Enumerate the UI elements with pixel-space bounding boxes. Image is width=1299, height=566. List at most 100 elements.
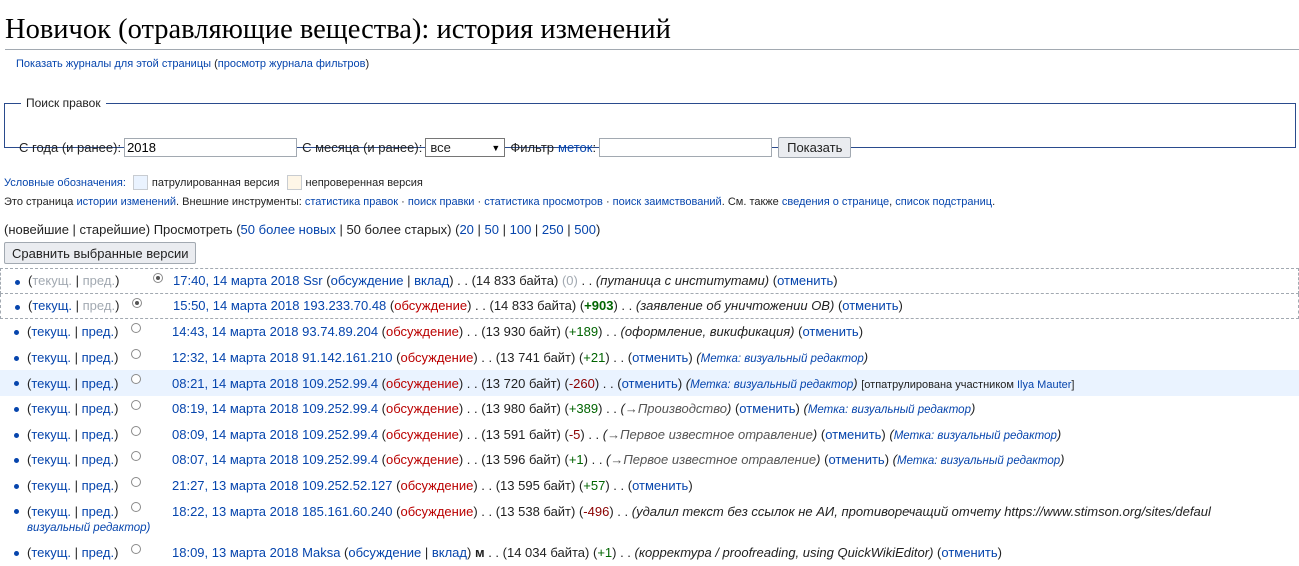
revision-date-link[interactable]: 21:27, 13 марта 2018 <box>172 478 299 493</box>
undo-link[interactable]: отменить <box>632 350 688 365</box>
tool-pageviews-link[interactable]: статистика просмотров <box>484 196 603 208</box>
legend-label[interactable]: Условные обозначения: <box>4 177 126 189</box>
revision-date-link[interactable]: 18:09, 13 марта 2018 <box>172 545 299 560</box>
logs-link[interactable]: Показать журналы для этой страницы <box>16 58 211 70</box>
tag-filter-input[interactable] <box>599 138 773 157</box>
talk-link[interactable]: обсуждение <box>331 273 404 288</box>
revision-date-link[interactable]: 18:22, 13 марта 2018 <box>172 504 299 519</box>
tool-search-edit-link[interactable]: поиск правки <box>408 196 475 208</box>
cur-link[interactable]: текущ. <box>31 350 71 365</box>
user-link[interactable]: Ssr <box>303 273 323 288</box>
prev-link[interactable]: пред. <box>82 427 114 442</box>
user-link[interactable]: 109.252.99.4 <box>302 427 378 442</box>
prev-link[interactable]: пред. <box>82 478 114 493</box>
cur-link[interactable]: текущ. <box>31 478 71 493</box>
tool-edit-stats-link[interactable]: статистика правок <box>305 196 398 208</box>
talk-link[interactable]: обсуждение <box>400 350 473 365</box>
oldid-radio[interactable] <box>131 476 141 487</box>
revision-date-link[interactable]: 08:19, 14 марта 2018 <box>172 401 299 416</box>
oldid-radio[interactable] <box>131 374 141 385</box>
tool-copyvio-link[interactable]: поиск заимствований <box>613 196 722 208</box>
cur-link[interactable]: текущ. <box>31 504 71 519</box>
talk-link[interactable]: обсуждение <box>348 545 421 560</box>
tags-link[interactable]: меток <box>558 140 592 155</box>
prev-link[interactable]: пред. <box>82 545 114 560</box>
year-input[interactable] <box>124 138 298 157</box>
section-link[interactable]: →Первое известное отравление <box>607 427 813 442</box>
talk-link[interactable]: обсуждение <box>400 478 473 493</box>
user-link[interactable]: 185.161.60.240 <box>302 504 392 519</box>
user-link[interactable]: 109.252.99.4 <box>302 376 378 391</box>
oldid-radio[interactable] <box>132 297 142 308</box>
oldid-radio[interactable] <box>131 348 141 359</box>
user-link[interactable]: 93.74.89.204 <box>302 324 378 339</box>
oldid-radio[interactable] <box>131 425 141 436</box>
contribs-link[interactable]: вклад <box>414 273 449 288</box>
filter-log-link[interactable]: просмотр журнала фильтров <box>218 58 366 70</box>
cur-link[interactable]: текущ. <box>32 298 72 313</box>
oldid-radio[interactable] <box>131 502 141 513</box>
talk-link[interactable]: обсуждение <box>400 504 473 519</box>
revision-date-link[interactable]: 12:32, 14 марта 2018 <box>172 350 299 365</box>
undo-link[interactable]: отменить <box>777 273 833 288</box>
oldid-radio[interactable] <box>131 544 141 554</box>
undo-link[interactable]: отменить <box>941 545 997 560</box>
cur-link[interactable]: текущ. <box>31 324 71 339</box>
tag-link[interactable]: Метка: визуальный редактор <box>894 430 1057 442</box>
tag-link[interactable]: Метка: визуальный редактор <box>690 379 853 391</box>
user-link[interactable]: 109.252.99.4 <box>302 452 378 467</box>
user-link[interactable]: Maksa <box>302 545 340 560</box>
talk-link[interactable]: обсуждение <box>386 324 459 339</box>
section-link[interactable]: →Первое известное отравление <box>610 452 816 467</box>
tag-link[interactable]: Метка: визуальный редактор <box>897 455 1060 467</box>
revision-date-link[interactable]: 08:07, 14 марта 2018 <box>172 452 299 467</box>
cur-link[interactable]: текущ. <box>31 545 71 560</box>
show-button[interactable]: Показать <box>778 137 852 158</box>
talk-link[interactable]: обсуждение <box>386 401 459 416</box>
oldid-radio[interactable] <box>131 451 141 462</box>
prev-link[interactable]: пред. <box>82 324 114 339</box>
cur-link[interactable]: текущ. <box>31 452 71 467</box>
revision-date-link[interactable]: 08:21, 14 марта 2018 <box>172 376 299 391</box>
undo-link[interactable]: отменить <box>622 376 678 391</box>
undo-link[interactable]: отменить <box>842 298 898 313</box>
undo-link[interactable]: отменить <box>828 452 884 467</box>
newer-link[interactable]: 50 более новых <box>241 222 336 237</box>
limit-100-link[interactable]: 100 <box>510 222 532 237</box>
cur-link[interactable]: текущ. <box>31 376 71 391</box>
prev-link[interactable]: пред. <box>82 350 114 365</box>
prev-link[interactable]: пред. <box>82 504 114 519</box>
limit-500-link[interactable]: 500 <box>574 222 596 237</box>
month-select[interactable]: все ▼ <box>425 138 506 157</box>
limit-250-link[interactable]: 250 <box>542 222 564 237</box>
talk-link[interactable]: обсуждение <box>386 427 459 442</box>
revision-date-link[interactable]: 15:50, 14 марта 2018 <box>173 298 300 313</box>
section-link[interactable]: →Производство <box>625 401 727 416</box>
cur-link[interactable]: текущ. <box>31 427 71 442</box>
tag-link[interactable]: Метка: визуальный редактор <box>701 353 864 365</box>
revision-date-link[interactable]: 08:09, 14 марта 2018 <box>172 427 299 442</box>
subpages-link[interactable]: список подстраниц <box>895 196 992 208</box>
diff-radio[interactable] <box>153 273 163 283</box>
contribs-link[interactable]: вклад <box>432 545 467 560</box>
oldid-radio[interactable] <box>131 399 141 410</box>
user-link[interactable]: 109.252.99.4 <box>302 401 378 416</box>
revision-date-link[interactable]: 17:40, 14 марта 2018 <box>173 273 300 288</box>
user-link[interactable]: 193.233.70.48 <box>303 298 386 313</box>
undo-link[interactable]: отменить <box>739 401 795 416</box>
prev-link[interactable]: пред. <box>82 452 114 467</box>
limit-20-link[interactable]: 20 <box>459 222 473 237</box>
prev-link[interactable]: пред. <box>82 376 114 391</box>
limit-50-link[interactable]: 50 <box>485 222 499 237</box>
undo-link[interactable]: отменить <box>825 427 881 442</box>
talk-link[interactable]: обсуждение <box>386 376 459 391</box>
user-link[interactable]: 91.142.161.210 <box>302 350 392 365</box>
page-info-link[interactable]: сведения о странице <box>782 196 889 208</box>
compare-revisions-button[interactable]: Сравнить выбранные версии <box>4 242 197 264</box>
talk-link[interactable]: обсуждение <box>394 298 467 313</box>
talk-link[interactable]: обсуждение <box>386 452 459 467</box>
user-link[interactable]: 109.252.52.127 <box>302 478 392 493</box>
undo-link[interactable]: отменить <box>632 478 688 493</box>
revision-date-link[interactable]: 14:43, 14 марта 2018 <box>172 324 299 339</box>
patroller-link[interactable]: Ilya Mauter <box>1017 379 1071 391</box>
